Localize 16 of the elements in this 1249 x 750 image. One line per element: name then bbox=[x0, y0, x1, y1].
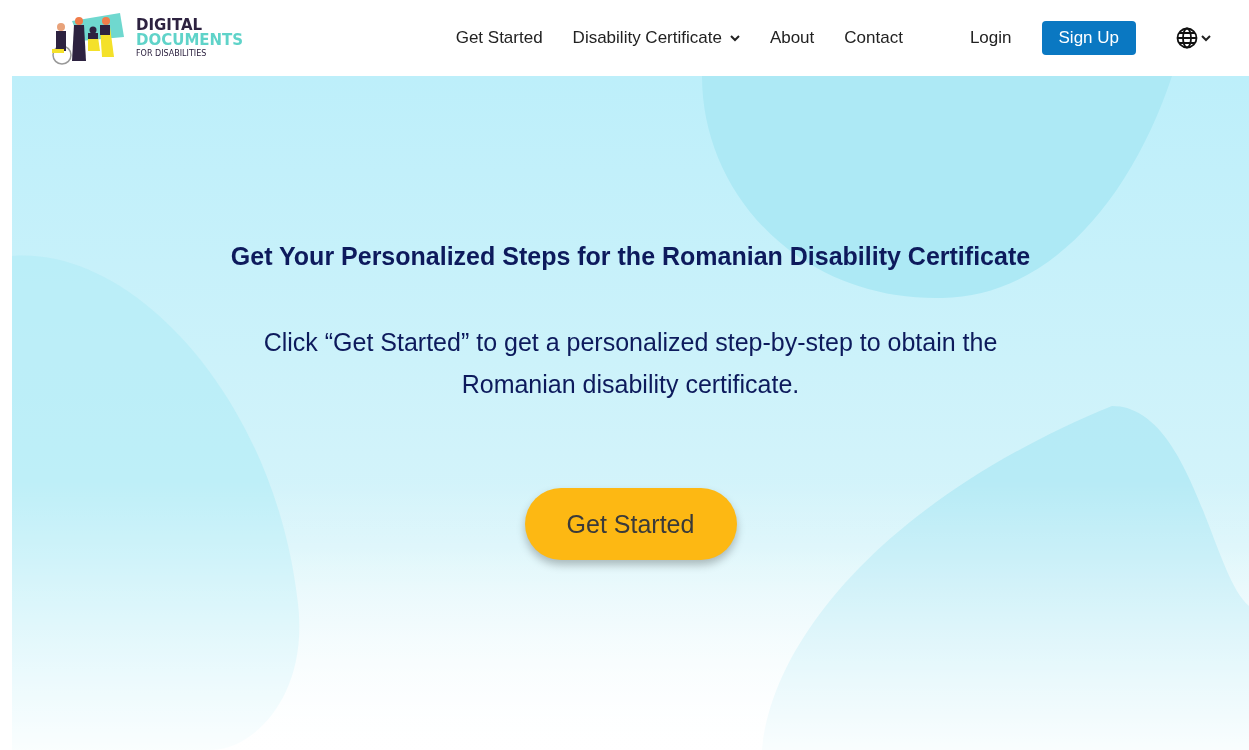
nav-dropdown[interactable]: Disability Certificate bbox=[572, 28, 740, 48]
globe-icon bbox=[1176, 27, 1198, 49]
nav-link[interactable]: Contact bbox=[844, 28, 903, 48]
chevron-down-icon bbox=[1201, 34, 1211, 42]
logo-tagline: FOR DISABILITIES bbox=[136, 50, 208, 58]
nav-link[interactable]: Get Started bbox=[455, 28, 543, 48]
chevron-down-icon bbox=[729, 34, 740, 42]
logo-subtitle: DOCUMENTS bbox=[136, 33, 244, 48]
sign-up-button[interactable]: Sign Up bbox=[1041, 21, 1136, 55]
nav-link[interactable]: About bbox=[769, 28, 815, 48]
hero-description: Click “Get Started” to get a personalized step-by-step to obtain the Romanian disability certificate. bbox=[262, 327, 999, 400]
language-button[interactable] bbox=[1176, 27, 1211, 49]
hero-heading: Get Your Personalized Steps for the Romanian Disability Certificate bbox=[230, 242, 1031, 271]
get-started-button[interactable]: Get Started bbox=[524, 488, 737, 560]
login-link[interactable]: Login bbox=[969, 28, 1012, 48]
logo-title: DIGITAL bbox=[136, 18, 203, 33]
